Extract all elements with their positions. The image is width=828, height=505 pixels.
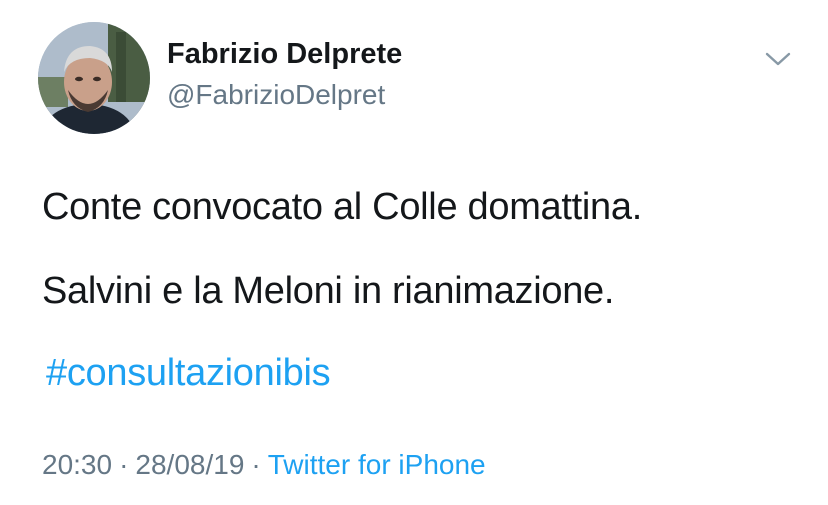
chevron-down-icon[interactable] xyxy=(764,50,792,68)
avatar[interactable] xyxy=(38,22,150,134)
author-handle[interactable]: @FabrizioDelpret xyxy=(167,79,385,111)
tweet-source-link[interactable]: Twitter for iPhone xyxy=(268,449,486,480)
meta-separator: · xyxy=(251,449,261,480)
tweet-date: 28/08/19 xyxy=(135,449,245,480)
hashtag-link[interactable]: #consultazionibis xyxy=(46,352,331,395)
tweet-text-line: Salvini e la Meloni in rianimazione. xyxy=(42,270,615,312)
tweet-meta: 20:30 · 28/08/19 · Twitter for iPhone xyxy=(42,449,486,481)
meta-separator: · xyxy=(119,449,129,480)
avatar-photo xyxy=(38,22,150,134)
tweet-text-line: Conte convocato al Colle domattina. xyxy=(42,186,642,228)
tweet-time: 20:30 xyxy=(42,449,113,480)
author-display-name[interactable]: Fabrizio Delprete xyxy=(167,38,402,71)
